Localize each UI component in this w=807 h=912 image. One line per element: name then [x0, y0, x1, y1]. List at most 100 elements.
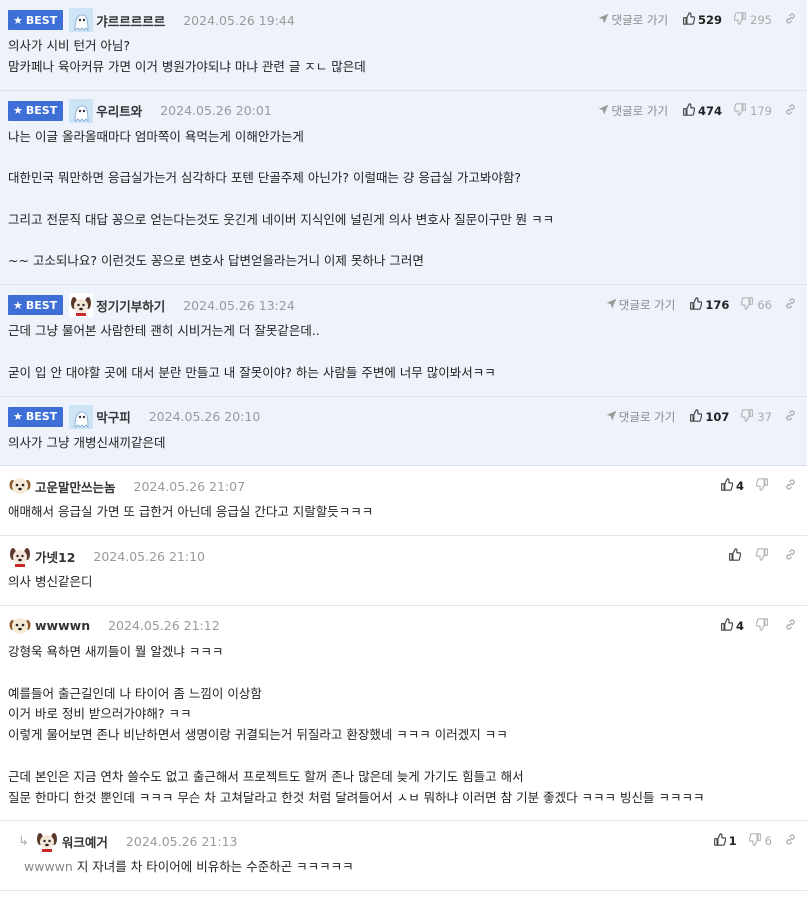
comment-text: 굳이 입 안 대야할 곳에 대서 분란 만들고 내 잘못이야? 하는 사람들 주… [8, 364, 496, 380]
star-icon: ★ [13, 104, 23, 118]
comment-header: ★ BEST 갸르르르르르 2024.05.26 19:44 댓글로 가기 529 295 [8, 8, 797, 32]
downvote-count: 66 [757, 298, 772, 313]
goto-comment-button[interactable]: 댓글로 가기 [598, 103, 668, 119]
nickname[interactable]: 우리트와 [96, 101, 142, 120]
upvote-button[interactable]: 107 [689, 408, 729, 425]
downvote-button[interactable]: 6 [748, 833, 772, 849]
comment-line: 의사가 그냥 개병신새끼같은데 [8, 433, 797, 454]
comment-text: 이거 바로 정비 받으러가야해? ㅋㅋ [8, 706, 192, 722]
downvote-button[interactable] [755, 548, 772, 564]
send-arrow-icon [598, 13, 609, 27]
link-icon [784, 297, 797, 313]
avatar[interactable] [8, 474, 32, 498]
avatar[interactable] [8, 544, 32, 569]
thumbs-down-icon [733, 102, 747, 119]
goto-comment-button[interactable]: 댓글로 가기 [606, 297, 676, 313]
comment-text: 지 자녀를 차 타이어에 비유하는 수준하곤 ㅋㅋㅋㅋㅋ [76, 859, 354, 875]
avatar[interactable] [69, 8, 94, 32]
comment-body: 나는 이글 올라올때마다 엄마쪽이 욕먹는게 이해안가는게대한민국 뭐만하면 응… [8, 123, 797, 285]
copy-link-button[interactable] [784, 618, 797, 634]
upvote-button[interactable] [728, 548, 744, 564]
upvote-count: 529 [698, 13, 723, 27]
nickname[interactable]: 가넷12 [35, 547, 75, 566]
upvote-count: 1 [728, 834, 737, 849]
thumbs-down-icon [748, 833, 762, 849]
upvote-button[interactable]: 4 [720, 478, 744, 494]
comment: 가넷12 2024.05.26 21:10 의사 병신같은디 [0, 536, 807, 606]
downvote-button[interactable]: 66 [741, 297, 772, 313]
downvote-button[interactable]: 37 [741, 408, 772, 425]
goto-comment-button[interactable]: 댓글로 가기 [606, 409, 675, 425]
link-icon [784, 618, 797, 634]
downvote-count: 6 [764, 834, 772, 849]
timestamp: 2024.05.26 20:01 [160, 103, 272, 119]
nickname[interactable]: 막구피 [96, 407, 131, 426]
comment-body: 애매해서 응급실 가면 또 급한거 아닌데 응급실 간다고 지랄할듯ㅋㅋㅋ [8, 498, 797, 535]
copy-link-button[interactable] [784, 103, 797, 119]
comment-body: 근데 그냥 물어본 사람한테 괜히 시비거는게 더 잘못같은데.. 굳이 입 안 … [8, 317, 797, 395]
comment-line: 나는 이글 올라올때마다 엄마쪽이 욕먹는게 이해안가는게 [8, 127, 797, 148]
comment-line: 이거 바로 정비 받으러가야해? ㅋㅋ [8, 704, 797, 725]
copy-link-button[interactable] [784, 409, 797, 425]
copy-link-button[interactable] [784, 297, 797, 313]
thumbs-up-icon [720, 618, 734, 634]
thumbs-down-icon [755, 478, 769, 494]
link-icon [784, 12, 797, 28]
avatar[interactable] [8, 614, 32, 638]
goto-label: 댓글로 가기 [611, 13, 669, 27]
goto-label: 댓글로 가기 [611, 103, 669, 118]
thumbs-down-icon [733, 12, 747, 28]
best-badge: ★ BEST [8, 406, 64, 427]
avatar[interactable] [69, 293, 94, 318]
nickname[interactable]: 정기기부하기 [96, 296, 165, 315]
nickname[interactable]: 워크예거 [62, 832, 108, 851]
nickname[interactable]: 고운말만쓰는놈 [35, 477, 116, 496]
downvote-button[interactable] [755, 478, 772, 494]
thumbs-down-icon [755, 618, 769, 634]
downvote-button[interactable]: 295 [733, 12, 772, 28]
upvote-button[interactable]: 474 [682, 102, 723, 119]
best-label: BEST [25, 298, 58, 312]
comment-line [8, 231, 797, 252]
send-arrow-icon [606, 298, 617, 312]
avatar[interactable] [69, 98, 94, 123]
comment-actions: 16 [713, 829, 797, 853]
upvote-button[interactable]: 4 [720, 618, 744, 634]
comment-line: 대한민국 뭐만하면 응급실가는거 심각하다 포텐 단골주제 아닌가? 이럴때는 … [8, 168, 797, 189]
comment-text: ~~ 고소되나요? 이런것도 꽁으로 변호사 답변얻을라는거니 이제 못하나 그… [8, 253, 424, 269]
mention[interactable]: wwwwn [24, 859, 73, 874]
upvote-button[interactable]: 529 [682, 12, 722, 28]
goto-comment-button[interactable]: 댓글로 가기 [598, 12, 668, 28]
comment-text: 맘카페나 육아커뮤 가면 이거 병원가야되냐 마냐 관련 글 ㅈㄴ 많은데 [8, 58, 366, 74]
nickname[interactable]: 갸르르르르르 [96, 11, 165, 30]
comment-line [8, 663, 797, 684]
comment-body: 의사 병신같은디 [8, 568, 797, 605]
comment-text: 나는 이글 올라올때마다 엄마쪽이 욕먹는게 이해안가는게 [8, 128, 304, 144]
copy-link-button[interactable] [784, 548, 797, 564]
comment-header: ★ BEST 우리트와 2024.05.26 20:01 댓글로 가기 474 179 [8, 98, 797, 123]
send-arrow-icon [598, 104, 609, 118]
avatar[interactable] [69, 404, 94, 429]
copy-link-button[interactable] [784, 12, 797, 28]
comment-text: 대한민국 뭐만하면 응급실가는거 심각하다 포텐 단골주제 아닌가? 이럴때는 … [8, 170, 522, 186]
comment-line: 맘카페나 육아커뮤 가면 이거 병원가야되냐 마냐 관련 글 ㅈㄴ 많은데 [8, 57, 797, 78]
downvote-button[interactable]: 179 [733, 102, 772, 119]
star-icon: ★ [13, 298, 23, 312]
comment-text: 의사 병신같은디 [8, 574, 93, 590]
upvote-button[interactable]: 1 [713, 833, 737, 849]
avatar[interactable] [34, 829, 59, 854]
upvote-count: 474 [698, 103, 723, 118]
downvote-button[interactable] [755, 618, 772, 634]
comment-actions: 댓글로 가기 176 66 [606, 293, 797, 317]
best-label: BEST [25, 104, 58, 118]
comment-line: 강형욱 욕하면 새끼들이 뭘 알겠냐 ㅋㅋㅋ [8, 642, 797, 663]
comment-text: 의사가 시비 턴거 아님? [8, 38, 131, 53]
upvote-button[interactable]: 176 [689, 297, 729, 313]
thumbs-up-icon [689, 408, 703, 425]
copy-link-button[interactable] [784, 833, 797, 849]
thumbs-up-icon [689, 297, 703, 313]
comment-line: 의사 병신같은디 [8, 572, 797, 593]
nickname[interactable]: wwwwn [35, 618, 90, 633]
goto-label: 댓글로 가기 [618, 298, 676, 313]
copy-link-button[interactable] [784, 478, 797, 494]
